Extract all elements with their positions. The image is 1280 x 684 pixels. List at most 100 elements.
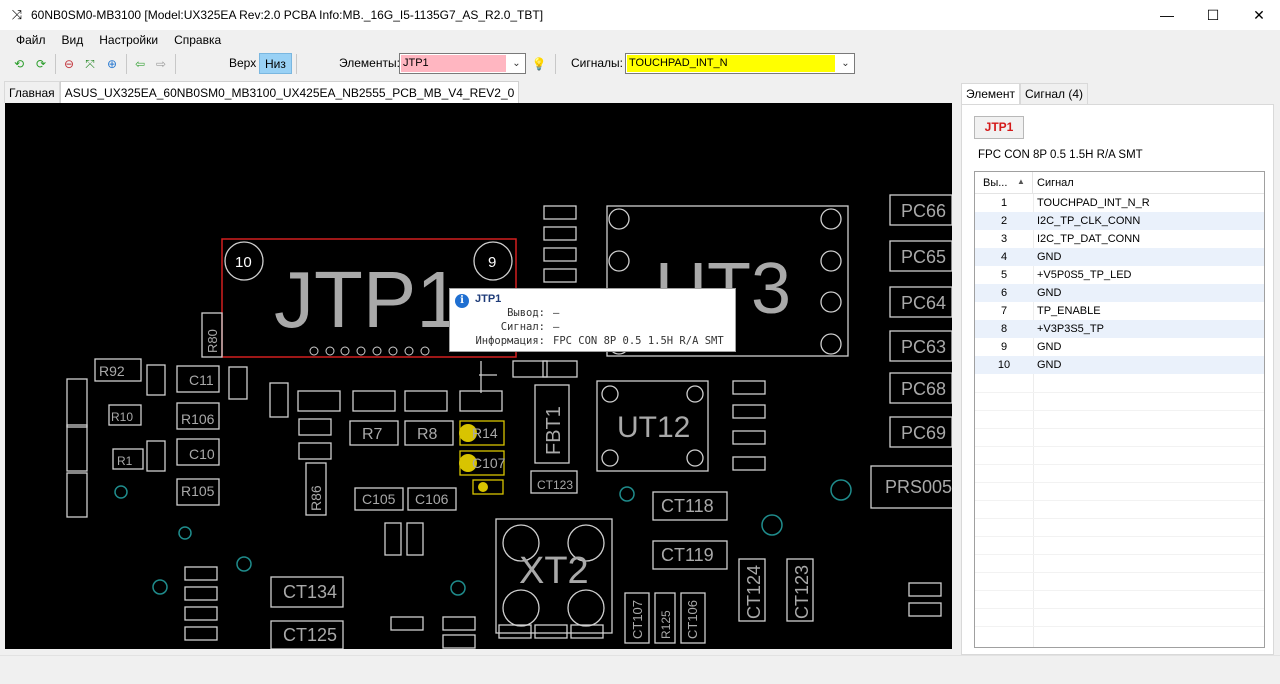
svg-text:R105: R105 [181,483,215,499]
svg-text:R14: R14 [472,425,498,441]
elements-combobox[interactable]: JTP1 ⌄ [399,53,526,74]
svg-text:CT119: CT119 [661,545,714,565]
signals-label: Сигналы: [571,56,624,70]
bottom-side-button[interactable]: Низ [259,53,292,74]
svg-text:PC68: PC68 [901,379,946,399]
window-title: 60NB0SM0-MB3100 [Model:UX325EA Rev:2.0 P… [31,8,544,22]
chevron-down-icon[interactable]: ⌄ [837,54,854,73]
table-row[interactable]: 9 GND [975,338,1264,356]
jtp1-pin-9-label: 9 [488,254,496,271]
menu-settings[interactable]: Настройки [91,30,166,51]
back-arrow-icon[interactable]: ⇦ [131,55,149,73]
tab-signal[interactable]: Сигнал (4) [1019,83,1089,104]
table-row[interactable]: 7 TP_ENABLE [975,302,1264,320]
panel-tabs: Элемент Сигнал (4) [961,83,1089,105]
svg-text:CT123: CT123 [537,478,573,492]
grid-line [975,482,1264,483]
svg-text:FBT1: FBT1 [543,406,565,455]
menu-file[interactable]: Файл [8,30,54,51]
table-row[interactable]: 2 I2C_TP_CLK_CONN [975,212,1264,230]
table-row[interactable]: 8 +V3P3S5_TP [975,320,1264,338]
svg-text:CT123: CT123 [792,565,812,619]
toolbar: ⟲ ⟳ ⊖ ⤧ ⊕ ⇦ ⇨ Верх Низ Элементы: JTP1 ⌄ … [0,51,1280,77]
table-row[interactable]: 3 I2C_TP_DAT_CONN [975,230,1264,248]
grid-line [975,536,1264,537]
menu-bar: Файл Вид Настройки Справка [0,30,1280,51]
svg-text:R92: R92 [99,363,125,379]
svg-text:CT107: CT107 [630,600,645,639]
elements-value: JTP1 [401,55,506,72]
tab-main[interactable]: Главная [4,81,60,103]
svg-text:R106: R106 [181,411,215,427]
svg-text:PC64: PC64 [901,293,946,313]
svg-text:R8: R8 [417,426,438,443]
properties-panel: Элемент Сигнал (4) JTP1 FPC CON 8P 0.5 1… [956,81,1274,655]
grid-line [975,410,1264,411]
menu-view[interactable]: Вид [54,30,92,51]
grid-line [975,518,1264,519]
board-view[interactable]: JTP1 UT3 UT12 XT2 10 9 PC66 PC65 PC64 PC… [5,103,952,649]
menu-help[interactable]: Справка [166,30,229,51]
svg-text:PC69: PC69 [901,423,946,443]
svg-text:C107: C107 [472,455,506,471]
element-name-badge[interactable]: JTP1 [974,116,1024,139]
svg-text:R10: R10 [111,410,133,424]
grid-line [975,608,1264,609]
toolbar-separator [296,54,297,74]
grid-line [975,626,1264,627]
chevron-down-icon[interactable]: ⌄ [508,54,525,73]
pin-table[interactable]: Вы... ▲ Сигнал 1 TOUCHPAD_INT_N_R 2 I2C_TP… [974,171,1265,648]
grid-line [975,500,1264,501]
toolbar-separator [175,54,176,74]
minimize-button[interactable]: — [1144,0,1190,30]
jtp1-pin-10-label: 10 [235,254,252,271]
grid-line [975,464,1264,465]
svg-text:R80: R80 [205,329,220,353]
grid-line [975,590,1264,591]
table-row[interactable]: 4 GND [975,248,1264,266]
grid-line [975,392,1264,393]
signals-combobox[interactable]: TOUCHPAD_INT_N ⌄ [625,53,855,74]
rotate-left-icon[interactable]: ⟲ [10,55,28,73]
zoom-in-icon[interactable]: ⊕ [103,55,121,73]
toolbar-separator [55,54,56,74]
grid-line [975,572,1264,573]
table-row[interactable]: 6 GND [975,284,1264,302]
svg-text:CT134: CT134 [283,582,337,602]
xt2-label: XT2 [519,550,589,592]
maximize-button[interactable]: ☐ [1190,0,1236,30]
tooltip-title: JTP1 [475,293,502,305]
svg-text:CT118: CT118 [661,496,714,516]
tab-board-file[interactable]: ASUS_UX325EA_60NB0SM0_MB3100_UX425EA_NB2… [59,81,520,103]
svg-text:R86: R86 [308,485,324,511]
top-side-button[interactable]: Верх [229,56,256,70]
grid-line [975,428,1264,429]
table-row[interactable]: 10 GND [975,356,1264,374]
close-button[interactable]: ✕ [1236,0,1280,30]
svg-text:C106: C106 [415,491,449,507]
forward-arrow-icon[interactable]: ⇨ [152,55,170,73]
elements-label: Элементы: [339,56,400,70]
svg-text:PC65: PC65 [901,247,946,267]
element-description: FPC CON 8P 0.5 1.5H R/A SMT [978,149,1143,161]
document-tabs: Главная ASUS_UX325EA_60NB0SM0_MB3100_UX4… [4,81,520,103]
svg-text:CT124: CT124 [744,565,764,619]
rotate-right-icon[interactable]: ⟳ [32,55,50,73]
svg-text:C10: C10 [189,446,215,462]
table-row[interactable]: 1 TOUCHPAD_INT_N_R [975,194,1264,212]
tab-element[interactable]: Элемент [961,83,1020,105]
element-panel-body: JTP1 FPC CON 8P 0.5 1.5H R/A SMT Вы... ▲… [961,104,1274,655]
table-row[interactable]: 5 +V5P0S5_TP_LED [975,266,1264,284]
sort-ascending-icon: ▲ [1017,177,1025,186]
fit-view-icon[interactable]: ⤧ [81,55,99,73]
svg-text:R7: R7 [362,426,383,443]
zoom-out-icon[interactable]: ⊖ [60,55,78,73]
toolbar-separator [555,54,556,74]
jtp1-label: JTP1 [274,255,461,344]
pcb-canvas[interactable]: JTP1 UT3 UT12 XT2 10 9 PC66 PC65 PC64 PC… [5,103,952,649]
column-header-signal[interactable]: Сигнал [1033,172,1074,194]
svg-text:R125: R125 [659,610,673,639]
element-tooltip: i JTP1 Вывод: — Сигнал: — Информация: FP… [449,288,736,352]
find-lamp-icon[interactable]: 💡 [530,55,548,73]
svg-text:C105: C105 [362,491,396,507]
